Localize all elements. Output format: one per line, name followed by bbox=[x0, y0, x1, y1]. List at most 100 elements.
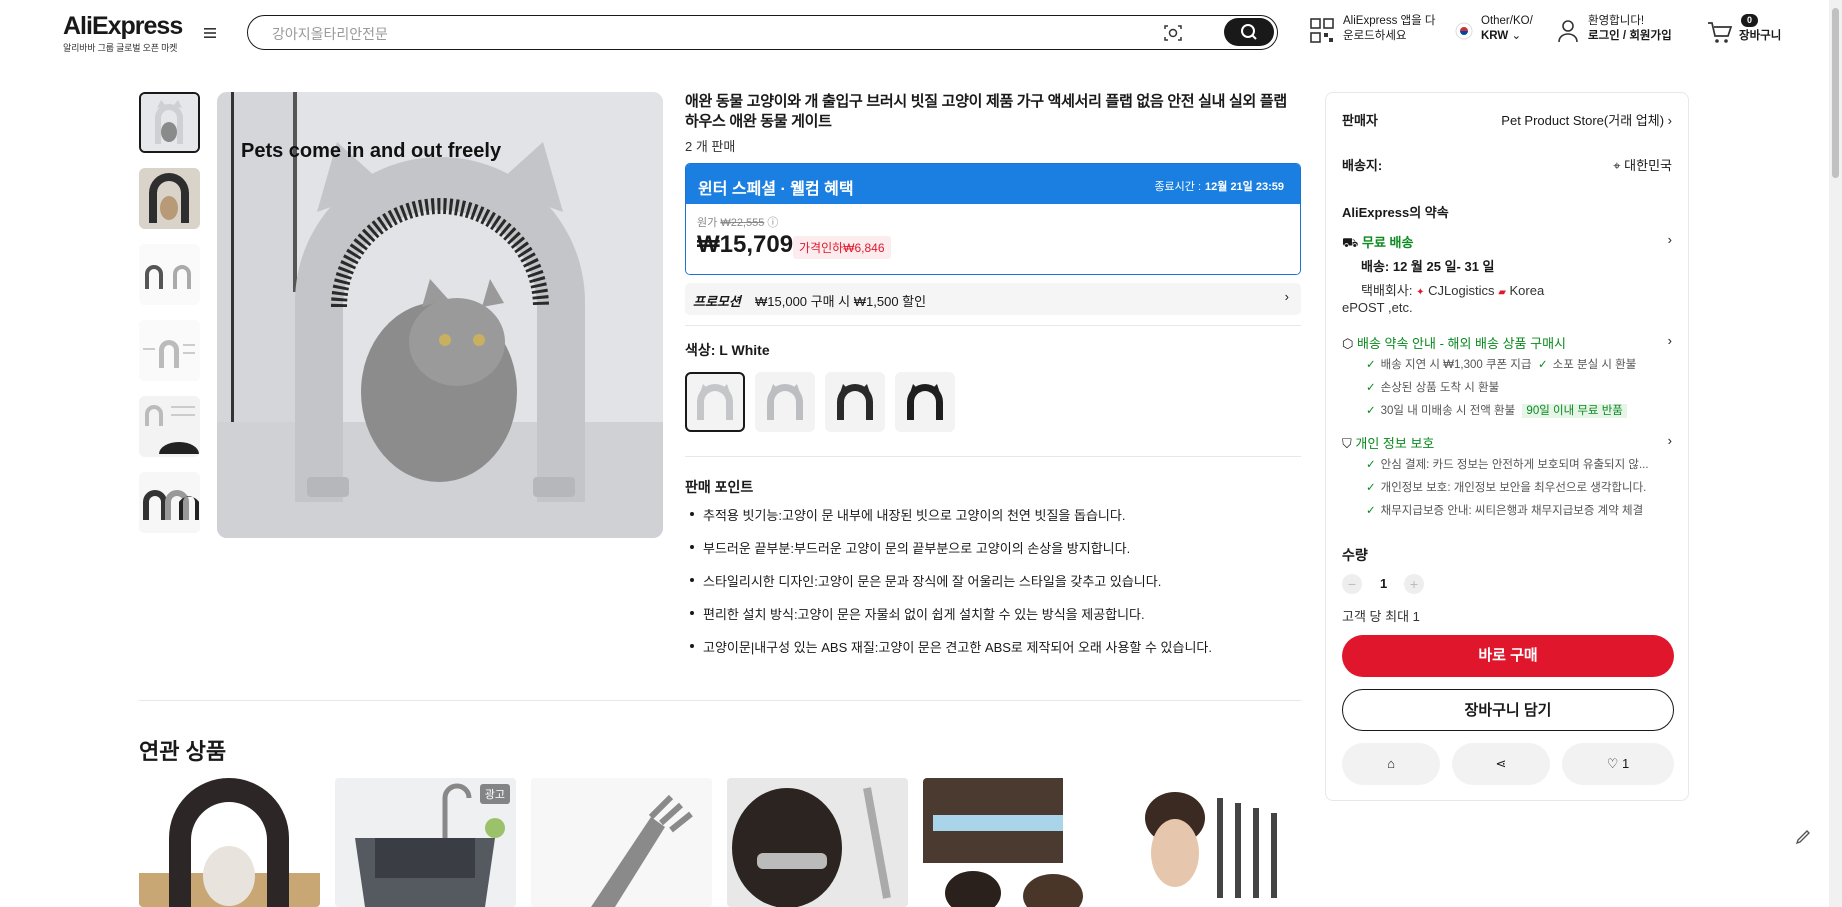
swatch-l-white[interactable] bbox=[685, 372, 745, 432]
ship-to-row[interactable]: 배송지: ⌖ 대한민국 bbox=[1342, 155, 1672, 174]
quantity-decrease-button[interactable]: − bbox=[1342, 574, 1362, 594]
scrollbar[interactable] bbox=[1829, 0, 1842, 907]
seller-name[interactable]: Pet Product Store(거래 업체) bbox=[1501, 113, 1664, 128]
image-caption: Pets come in and out freely bbox=[241, 140, 502, 162]
thumbnail-3[interactable] bbox=[139, 244, 200, 305]
divider bbox=[685, 456, 1301, 457]
delivery-date: 배송: 12 월 25 일- 31 일 bbox=[1361, 259, 1495, 274]
product-image bbox=[923, 778, 1104, 907]
ad-badge: 광고 bbox=[479, 784, 510, 804]
privacy-1: 안심 결제: 카드 정보는 안전하게 보호되며 유출되지 않... bbox=[1380, 459, 1649, 471]
courier-korea: Korea bbox=[1509, 283, 1545, 298]
check-icon: ✓ bbox=[1366, 505, 1376, 517]
related-product-card[interactable] bbox=[727, 778, 908, 907]
camera-search-icon[interactable] bbox=[1163, 23, 1183, 43]
selling-point: 편리한 설치 방식:고양이 문은 자물쇠 없이 쉽게 설치할 수 있는 방식을 … bbox=[685, 604, 1301, 623]
login-link[interactable]: 로그인 / 회원가입 bbox=[1588, 30, 1672, 42]
selling-points: 추적용 빗기능:고양이 문 내부에 내장된 빗으로 고양이의 천연 빗질을 돕습… bbox=[685, 505, 1301, 656]
share-button[interactable]: ⋖ bbox=[1452, 743, 1550, 785]
info-icon[interactable]: ⓘ bbox=[767, 217, 778, 229]
edit-icon[interactable] bbox=[1792, 824, 1816, 848]
buy-now-button[interactable]: 바로 구매 bbox=[1342, 635, 1674, 677]
locale-selector[interactable]: Other/KO/ KRW ⌄ bbox=[1455, 14, 1533, 44]
promotion-text: ₩15,000 구매 시 ₩1,500 할인 bbox=[755, 294, 927, 309]
wishlist-button[interactable]: ♡ 1 bbox=[1562, 743, 1674, 785]
thumbnail-1[interactable] bbox=[139, 92, 200, 153]
account-menu[interactable]: 환영합니다! 로그인 / 회원가입 bbox=[1557, 14, 1672, 44]
chevron-right-icon: › bbox=[1667, 113, 1672, 128]
related-product-card[interactable]: 광고 bbox=[335, 778, 516, 907]
main-product-image[interactable]: Pets come in and out freely bbox=[217, 92, 663, 538]
thumbnail-2[interactable] bbox=[139, 168, 200, 229]
swatch-image bbox=[767, 384, 803, 420]
check-icon: ✓ bbox=[1366, 482, 1376, 494]
ship-to-label: 배송지: bbox=[1342, 158, 1383, 173]
related-product-card[interactable] bbox=[1120, 778, 1301, 907]
delivery-guarantee-row[interactable]: ⬡ 배송 약속 안내 - 해외 배송 상품 구매시 › bbox=[1342, 333, 1672, 352]
discount-badge: 가격인하₩6,846 bbox=[793, 236, 891, 259]
quantity-value[interactable]: 1 bbox=[1380, 576, 1387, 591]
courier-label: 택배회사: bbox=[1361, 283, 1413, 298]
cj-logo-icon: ✦ bbox=[1416, 287, 1425, 298]
swatch-black[interactable] bbox=[825, 372, 885, 432]
search-button[interactable] bbox=[1224, 18, 1274, 46]
privacy-title: 개인 정보 보호 bbox=[1355, 436, 1435, 451]
wishlist-count: 1 bbox=[1622, 756, 1630, 771]
promotion-row[interactable]: 프로모션 ₩15,000 구매 시 ₩1,500 할인 › bbox=[685, 283, 1301, 315]
guarantee-3: 손상된 상품 도착 시 환불 bbox=[1380, 382, 1500, 394]
purchase-panel: 판매자 Pet Product Store(거래 업체) › 배송지: ⌖ 대한… bbox=[1325, 92, 1689, 801]
free-shipping-row[interactable]: ⛟ 무료 배송 › bbox=[1342, 232, 1672, 253]
logo[interactable]: AliExpress 알리바바 그룹 글로벌 오픈 마켓 bbox=[63, 12, 183, 54]
swatch-image bbox=[697, 384, 733, 420]
logo-text: AliExpress bbox=[63, 12, 183, 40]
store-icon: ⌂ bbox=[1387, 756, 1395, 771]
related-product-card[interactable] bbox=[923, 778, 1104, 907]
app-download[interactable]: AliExpress 앱을 다 운로드하세요 bbox=[1310, 14, 1435, 44]
scrollbar-thumb[interactable] bbox=[1832, 8, 1839, 178]
color-swatches bbox=[685, 372, 1301, 432]
product-image bbox=[1120, 778, 1301, 907]
shield-box-icon: ⬡ bbox=[1342, 336, 1354, 351]
thumbnail-4[interactable] bbox=[139, 320, 200, 381]
selling-point: 부드러운 끝부분:부드러운 고양이 문의 끝부분으로 고양이의 손상을 방지합니… bbox=[685, 538, 1301, 557]
store-button[interactable]: ⌂ bbox=[1342, 743, 1440, 785]
search-input[interactable]: 강아지올타리안전문 bbox=[272, 24, 388, 44]
share-icon: ⋖ bbox=[1495, 756, 1507, 771]
thumbnail-image bbox=[139, 472, 200, 533]
cart-icon bbox=[1708, 22, 1733, 43]
swatch-white[interactable] bbox=[755, 372, 815, 432]
quantity-increase-button[interactable]: + bbox=[1404, 574, 1424, 594]
chevron-right-icon: › bbox=[1284, 289, 1289, 304]
free-shipping-label: 무료 배송 bbox=[1361, 235, 1414, 250]
promo-end-time: 12월 21일 23:59 bbox=[1205, 181, 1284, 193]
thumbnail-5[interactable] bbox=[139, 396, 200, 457]
seller-row[interactable]: 판매자 Pet Product Store(거래 업체) › bbox=[1342, 110, 1672, 129]
cart-button[interactable]: 0 장바구니 bbox=[1707, 14, 1781, 44]
related-title: 연관 상품 bbox=[139, 739, 227, 764]
check-icon: ✓ bbox=[1366, 459, 1376, 471]
related-product-card[interactable] bbox=[139, 778, 320, 907]
user-icon bbox=[1558, 20, 1578, 43]
check-icon: ✓ bbox=[1366, 359, 1376, 371]
promo-end-label: 종료시간 : bbox=[1154, 181, 1202, 193]
guarantee-4: 30일 내 미배송 시 전액 환불 bbox=[1380, 405, 1516, 417]
add-to-cart-button[interactable]: 장바구니 담기 bbox=[1342, 689, 1674, 731]
selling-point: 추적용 빗기능:고양이 문 내부에 내장된 빗으로 고양이의 천연 빗질을 돕습… bbox=[685, 505, 1301, 524]
related-product-card[interactable] bbox=[531, 778, 712, 907]
menu-icon[interactable] bbox=[202, 25, 218, 41]
privacy-row[interactable]: ⛉ 개인 정보 보호 › bbox=[1342, 433, 1672, 452]
free-return-badge: 90일 이내 무료 반품 bbox=[1522, 404, 1627, 418]
guarantee-1: 배송 지연 시 ₩1,300 쿠폰 지급 bbox=[1380, 359, 1532, 371]
qr-icon bbox=[1310, 18, 1334, 43]
promise-title: AliExpress의 약속 bbox=[1342, 205, 1449, 220]
search-bar: 강아지올타리안전문 bbox=[247, 15, 1278, 50]
privacy-3: 채무지급보증 안내: 씨티은행과 채무지급보증 계약 체결 bbox=[1380, 505, 1644, 517]
thumbnail-6[interactable] bbox=[139, 472, 200, 533]
product-image bbox=[139, 778, 320, 907]
divider bbox=[685, 325, 1301, 326]
swatch-image bbox=[837, 384, 873, 420]
guarantee-title: 배송 약속 안내 - 해외 배송 상품 구매시 bbox=[1356, 336, 1566, 351]
promo-title: 윈터 스페셜 · 웰컴 혜택 bbox=[698, 181, 854, 198]
swatch-l-black[interactable] bbox=[895, 372, 955, 432]
quantity-label: 수량 bbox=[1342, 547, 1368, 563]
